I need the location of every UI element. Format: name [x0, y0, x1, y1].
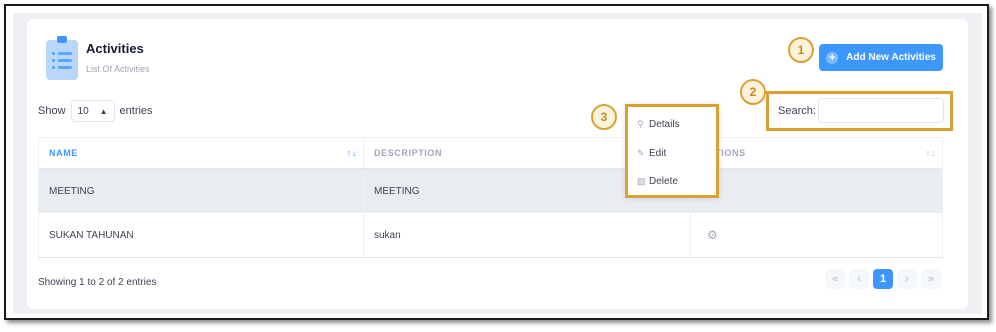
edit-icon: ✎︎: [637, 148, 645, 158]
show-label: Show: [38, 105, 66, 117]
sort-icon: ↑↓: [346, 148, 357, 158]
pagination: « ‹ 1 › »: [825, 269, 941, 289]
page-subtitle: List Of Activities: [86, 64, 150, 74]
next-page-button[interactable]: ›: [897, 269, 917, 289]
page-title: Activities: [86, 41, 144, 56]
column-header-description-label: DESCRIPTION: [374, 148, 443, 158]
clipboard-list-icon: [46, 36, 78, 80]
first-page-button[interactable]: «: [825, 269, 845, 289]
menu-item-edit-label: Edit: [649, 148, 667, 159]
callout-2: 2: [740, 79, 766, 105]
plus-circle-icon: +: [826, 51, 839, 64]
column-header-actions[interactable]: ACTIONS ↑↓: [691, 138, 943, 168]
menu-item-edit[interactable]: ✎︎ Edit: [637, 148, 666, 159]
add-new-activities-button[interactable]: + Add New Activities: [819, 44, 943, 71]
sort-icon: ↑↓: [925, 148, 936, 158]
search-input[interactable]: [818, 98, 944, 123]
add-button-label: Add New Activities: [846, 52, 936, 63]
column-header-name[interactable]: NAME ↑↓: [38, 138, 364, 168]
cell-actions: [691, 169, 943, 213]
search-label: Search:: [778, 105, 816, 117]
table-header-row: NAME ↑↓ DESCRIPTION ACTIONS ↑↓: [38, 137, 943, 169]
length-control: Show 10 ▲︎ entries: [38, 100, 153, 122]
menu-item-delete[interactable]: ▧︎ Delete: [637, 176, 678, 187]
table-row[interactable]: SUKAN TAHUNAN sukan ⚙︎: [38, 213, 943, 258]
select-arrows-icon: ▲︎: [99, 106, 108, 116]
menu-item-details[interactable]: ⚲︎ Details: [637, 119, 680, 130]
cell-name: SUKAN TAHUNAN: [38, 213, 364, 257]
entries-select-value: 10: [77, 105, 89, 117]
search-area: Search:: [766, 91, 953, 131]
gear-icon[interactable]: ⚙︎: [707, 228, 718, 242]
entries-label: entries: [119, 105, 153, 117]
previous-page-button[interactable]: ‹: [849, 269, 869, 289]
actions-dropdown-menu: ⚲︎ Details ✎︎ Edit ▧︎ Delete: [625, 104, 719, 198]
cell-name: MEETING: [38, 169, 364, 213]
callout-1: 1: [788, 37, 814, 63]
menu-item-delete-label: Delete: [649, 176, 678, 187]
entries-select[interactable]: 10 ▲︎: [70, 100, 115, 122]
table-info: Showing 1 to 2 of 2 entries: [38, 277, 157, 288]
callout-3: 3: [591, 104, 617, 130]
table-row[interactable]: MEETING MEETING: [38, 169, 943, 213]
cell-actions: ⚙︎: [691, 213, 943, 257]
cell-description: sukan: [364, 213, 691, 257]
menu-item-details-label: Details: [649, 119, 680, 130]
page-1-button[interactable]: 1: [873, 269, 893, 289]
column-header-name-label: NAME: [49, 148, 78, 158]
search-icon: ⚲︎: [637, 119, 644, 129]
trash-icon: ▧︎: [637, 176, 646, 186]
last-page-button[interactable]: »: [921, 269, 941, 289]
